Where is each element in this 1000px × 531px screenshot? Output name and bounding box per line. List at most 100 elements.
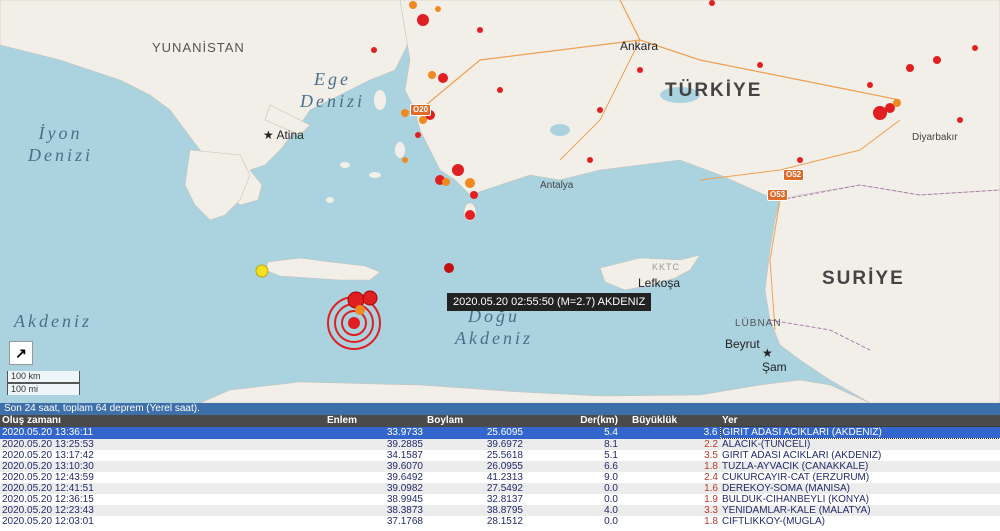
header-depth[interactable]: Der(km) [525, 415, 620, 427]
cell-lat: 34.1587 [386, 450, 423, 461]
label-turkiye: TÜRKİYE [665, 80, 763, 101]
label-yunanistan: YUNANİSTAN [152, 40, 245, 55]
cell-depth: 9.0 [604, 472, 618, 483]
cell-lon: 41.2313 [486, 472, 523, 483]
cell-time: 2020.05.20 12:36:15 [2, 494, 94, 505]
earthquake-tooltip: 2020.05.20 02:55:50 (M=2.7) AKDENIZ [447, 293, 652, 311]
earthquake-table-container[interactable]: Oluş zamanı Enlem Boylam Der(km) Büyüklü… [0, 415, 1000, 531]
cell-lon: 25.6095 [425, 426, 525, 439]
header-time[interactable]: Oluş zamanı [0, 415, 325, 427]
cell-depth: 8.1 [525, 438, 620, 450]
header-lon[interactable]: Boylam [425, 415, 525, 427]
cell-mag: 3.5 [704, 450, 718, 461]
cell-place: GIRIT ADASI ACIKLARI (AKDENIZ) [722, 450, 882, 461]
cell-lat: 39.2885 [325, 438, 425, 450]
road-shield: O52 [783, 169, 805, 181]
cell-time: 2020.05.20 13:36:11 [0, 426, 325, 439]
header-lat[interactable]: Enlem [325, 415, 425, 427]
cell-lon: 38.8795 [425, 505, 525, 516]
cell-mag: 1.9 [704, 494, 718, 505]
table-row[interactable]: 2020.05.20 12:41:51 39.0982 27.5492 0.0 1.6 D… [0, 483, 1000, 494]
city-marker-icon: ★ [263, 128, 277, 142]
crete [264, 257, 381, 281]
table-row[interactable]: 2020.05.20 13:36:11 33.9733 25.6095 5.4 3.6 G… [0, 426, 1000, 439]
cell-place: DEREKOY-SOMA (MANISA) [720, 483, 1000, 494]
cell-time: 2020.05.20 13:10:30 [0, 461, 325, 472]
header-mag[interactable]: Büyüklük [620, 415, 720, 427]
label-lubnan: LÜBNAN [735, 318, 782, 329]
fullscreen-button[interactable]: ↗ [9, 341, 33, 365]
cell-lat: 37.1768 [386, 516, 423, 527]
cell-mag: 1.6 [620, 483, 720, 494]
cell-time: 2020.05.20 12:43:59 [2, 472, 94, 483]
scale-mi: 100 mi [7, 383, 80, 395]
city-diyarbakir: Diyarbakır [912, 132, 958, 143]
cell-lon: 28.1512 [486, 516, 523, 527]
table-row[interactable]: 2020.05.20 12:03:01 37.1768 28.1512 0.0 1.8 C… [0, 516, 1000, 527]
cell-depth: 4.0 [525, 505, 620, 516]
earthquake-table: Oluş zamanı Enlem Boylam Der(km) Büyüklü… [0, 415, 1000, 527]
map-scale: 100 km 100 mi [7, 371, 80, 395]
cell-lat: 39.0982 [325, 483, 425, 494]
cell-lat: 39.6492 [386, 472, 423, 483]
city-atina: ★ Atina [263, 128, 304, 142]
city-lefkosa: Lefkoşa [638, 276, 681, 290]
scale-km: 100 km [7, 371, 80, 383]
table-row[interactable]: 2020.05.20 13:17:42 34.1587 25.5618 5.1 3.5 G… [0, 450, 1000, 461]
table-row[interactable]: 2020.05.20 12:36:15 38.9945 32.8137 0.0 1.9 B… [0, 494, 1000, 505]
cell-lat: 38.9945 [386, 494, 423, 505]
road-shield: O20 [410, 104, 432, 116]
egypt-coast [199, 379, 871, 403]
cell-depth: 5.1 [604, 450, 618, 461]
cell-place: CIFTLIKKOY-(MUGLA) [722, 516, 825, 527]
label-kktc: KKTC [652, 262, 681, 272]
cell-depth: 6.6 [525, 461, 620, 472]
cell-mag: 1.8 [620, 461, 720, 472]
label-dogu-akdeniz: Doğu Akdeniz [455, 306, 533, 348]
cell-lon: 26.0955 [425, 461, 525, 472]
table-row[interactable]: 2020.05.20 12:43:59 39.6492 41.2313 9.0 2.4 C… [0, 472, 1000, 483]
city-antalya: Antalya [540, 180, 574, 191]
cell-mag: 3.3 [620, 505, 720, 516]
road-shield: O53 [767, 189, 789, 201]
label-ege-denizi: Ege Denizi [300, 69, 365, 111]
label-iyon-denizi: İyon Denizi [28, 123, 93, 165]
cell-lon: 25.5618 [486, 450, 523, 461]
cell-lat: 39.6070 [325, 461, 425, 472]
cell-place: TUZLA-AYVACIK (CANAKKALE) [720, 461, 1000, 472]
city-sam: ★ Şam [762, 346, 787, 374]
cell-depth: 0.0 [604, 494, 618, 505]
city-ankara: Ankara [620, 39, 659, 53]
cell-lon: 27.5492 [425, 483, 525, 494]
cell-mag: 2.4 [704, 472, 718, 483]
cell-place: GIRIT ADASI ACIKLARI (AKDENIZ) [719, 426, 1000, 439]
cell-time: 2020.05.20 13:25:53 [0, 438, 325, 450]
table-row[interactable]: 2020.05.20 12:23:43 38.3873 38.8795 4.0 3.3 Y… [0, 505, 1000, 516]
cell-mag: 2.2 [620, 438, 720, 450]
city-beyrut: Beyrut [725, 337, 760, 351]
table-header-row: Oluş zamanı Enlem Boylam Der(km) Büyüklü… [0, 415, 1000, 427]
cell-lon: 32.8137 [486, 494, 523, 505]
table-row[interactable]: 2020.05.20 13:25:53 39.2885 39.6972 8.1 2.2 A… [0, 438, 1000, 450]
cell-time: 2020.05.20 12:23:43 [0, 505, 325, 516]
label-akdeniz: Akdeniz [14, 311, 92, 331]
cell-mag: 3.6 [620, 426, 720, 439]
peloponnese [184, 149, 251, 221]
table-row[interactable]: 2020.05.20 13:10:30 39.6070 26.0955 6.6 1.8 T… [0, 461, 1000, 472]
cell-place: BULDUK-CIHANBEYLI (KONYA) [722, 494, 870, 505]
cell-lat: 33.9733 [325, 426, 425, 439]
cell-depth: 0.0 [525, 483, 620, 494]
earthquake-map[interactable]: YUNANİSTAN TÜRKİYE SURİYE LÜBNAN KKTC Eg… [0, 0, 1000, 403]
cell-lon: 39.6972 [425, 438, 525, 450]
cell-time: 2020.05.20 12:03:01 [2, 516, 94, 527]
cell-mag: 1.8 [704, 516, 718, 527]
header-place[interactable]: Yer [720, 415, 1000, 427]
cell-place: ALACIK-(TUNCELI) [720, 438, 1000, 450]
status-bar: Son 24 saat, toplam 64 deprem (Yerel saa… [0, 403, 1000, 415]
cell-place: CUKURCAYIR-CAT (ERZURUM) [722, 472, 870, 483]
syria [764, 184, 1000, 403]
cell-place: YENIDAMLAR-KALE (MALATYA) [720, 505, 1000, 516]
cell-time: 2020.05.20 13:17:42 [2, 450, 94, 461]
label-suriye: SURİYE [822, 268, 905, 289]
expand-arrow-icon: ↗ [15, 344, 27, 361]
